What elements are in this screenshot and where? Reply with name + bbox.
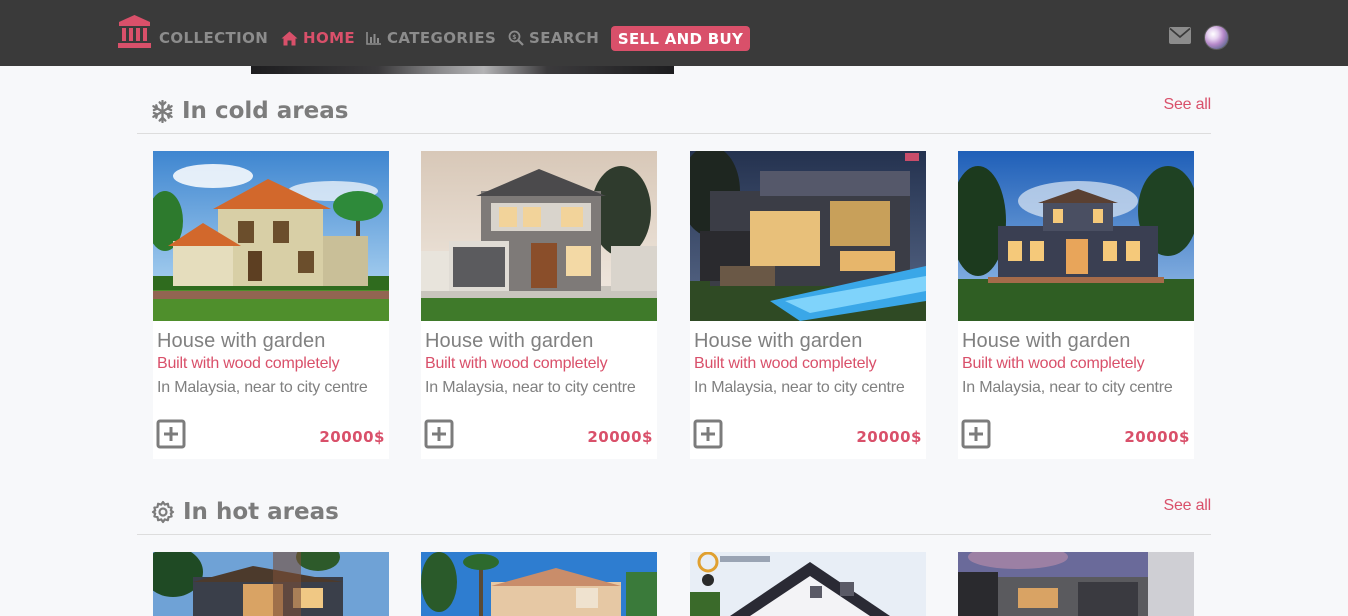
see-all-link[interactable]: See all — [1163, 497, 1211, 515]
card-location: In Malaysia, near to city centre — [694, 379, 905, 396]
user-avatar[interactable] — [1204, 25, 1229, 50]
plus-square-icon[interactable] — [156, 419, 186, 449]
listing-card[interactable] — [690, 552, 926, 616]
listing-card[interactable]: House with garden Built with wood comple… — [690, 151, 926, 459]
nav-collection-label: COLLECTION — [159, 29, 269, 47]
card-location: In Malaysia, near to city centre — [962, 379, 1173, 396]
home-icon — [281, 31, 298, 45]
house-image — [153, 151, 389, 321]
section-title-text: In hot areas — [183, 499, 339, 525]
snowflake-icon — [152, 99, 173, 123]
bar-chart-icon — [366, 31, 381, 45]
nav-categories[interactable]: CATEGORIES — [366, 28, 496, 48]
nav-collection[interactable]: COLLECTION — [159, 28, 268, 48]
house-image — [958, 552, 1194, 616]
listing-card[interactable] — [958, 552, 1194, 616]
card-location: In Malaysia, near to city centre — [157, 379, 368, 396]
listing-card[interactable] — [421, 552, 657, 616]
bank-icon[interactable] — [117, 15, 152, 49]
nav-home[interactable]: HOME — [281, 28, 355, 48]
section-header-cold: In cold areas See all — [137, 96, 1211, 134]
card-price: 20000$ — [319, 428, 385, 446]
card-title: House with garden — [694, 330, 863, 352]
plus-square-icon[interactable] — [693, 419, 723, 449]
card-subtitle: Built with wood completely — [962, 355, 1145, 372]
listing-card[interactable]: House with garden Built with wood comple… — [421, 151, 657, 459]
section-title-hot: In hot areas — [151, 499, 339, 525]
svg-text:$: $ — [512, 34, 517, 41]
card-location: In Malaysia, near to city centre — [425, 379, 636, 396]
card-title: House with garden — [962, 330, 1131, 352]
house-image — [153, 552, 389, 616]
see-all-link[interactable]: See all — [1163, 96, 1211, 114]
search-icon: $ — [508, 30, 524, 46]
plus-square-icon[interactable] — [424, 419, 454, 449]
listing-card[interactable]: House with garden Built with wood comple… — [153, 151, 389, 459]
card-subtitle: Built with wood completely — [694, 355, 877, 372]
section-header-hot: In hot areas See all — [137, 497, 1211, 535]
card-subtitle: Built with wood completely — [157, 355, 340, 372]
nav-search-label: SEARCH — [529, 29, 600, 47]
house-image — [690, 552, 926, 616]
section-title-text: In cold areas — [182, 98, 349, 124]
hero-image-bottom — [251, 66, 674, 74]
sell-and-buy-button[interactable]: SELL AND BUY — [611, 26, 750, 51]
house-image — [421, 151, 657, 321]
envelope-icon[interactable] — [1169, 27, 1191, 44]
card-subtitle: Built with wood completely — [425, 355, 608, 372]
listing-card[interactable]: House with garden Built with wood comple… — [958, 151, 1194, 459]
listing-card[interactable] — [153, 552, 389, 616]
plus-square-icon[interactable] — [961, 419, 991, 449]
card-title: House with garden — [425, 330, 594, 352]
house-image — [690, 151, 926, 321]
nav-home-label: HOME — [303, 29, 356, 47]
card-price: 20000$ — [587, 428, 653, 446]
card-price: 20000$ — [1124, 428, 1190, 446]
nav-search[interactable]: $ SEARCH — [508, 28, 599, 48]
top-navbar: COLLECTION HOME CATEGORIES $ SEARCH SELL… — [0, 0, 1348, 66]
card-title: House with garden — [157, 330, 326, 352]
card-price: 20000$ — [856, 428, 922, 446]
house-image — [421, 552, 657, 616]
gear-icon — [151, 500, 175, 524]
section-title-cold: In cold areas — [151, 98, 348, 124]
house-image — [958, 151, 1194, 321]
nav-categories-label: CATEGORIES — [387, 29, 497, 47]
